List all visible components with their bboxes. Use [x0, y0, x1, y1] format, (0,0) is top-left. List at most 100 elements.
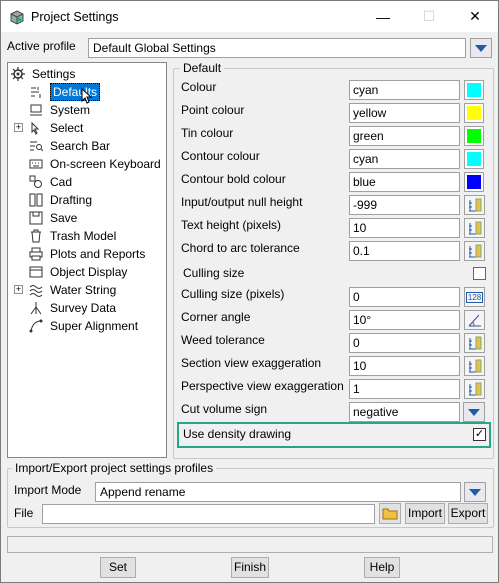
tree-item-plots-reports[interactable]: Plots and Reports: [28, 245, 145, 263]
section-exag-field[interactable]: 10: [349, 356, 460, 376]
point-colour-swatch-button[interactable]: [464, 103, 484, 123]
chord-tolerance-calc-button[interactable]: [464, 241, 485, 261]
perspective-exag-calc-button[interactable]: [464, 379, 485, 399]
weed-tolerance-calc-button[interactable]: [464, 333, 485, 353]
null-height-label: Input/output null height: [181, 195, 303, 209]
checkmark-icon: ✓: [474, 428, 485, 440]
chevron-down-icon: [468, 408, 480, 416]
set-button[interactable]: Set: [100, 557, 136, 578]
contour-bold-colour-swatch-button[interactable]: [464, 172, 484, 192]
point-colour-swatch: [467, 106, 481, 120]
object-display-icon: [28, 265, 44, 279]
tree-item-select[interactable]: Select: [28, 119, 83, 137]
status-bar: [7, 536, 493, 553]
cad-icon: [28, 175, 44, 189]
browse-folder-button[interactable]: [379, 503, 401, 524]
tree-item-search-bar[interactable]: Search Bar: [28, 137, 110, 155]
culling-size-checkbox[interactable]: [473, 267, 486, 280]
contour-colour-swatch-button[interactable]: [464, 149, 484, 169]
null-height-calc-button[interactable]: [464, 195, 485, 215]
save-icon: [28, 211, 44, 225]
colour-swatch-button[interactable]: [464, 80, 484, 100]
culling-size-label: Culling size: [183, 266, 245, 280]
expand-select-button[interactable]: +: [14, 123, 23, 132]
corner-angle-button[interactable]: [464, 310, 485, 330]
corner-angle-field[interactable]: 10°: [349, 310, 460, 330]
tree-item-object-display[interactable]: Object Display: [28, 263, 127, 281]
close-button[interactable]: ✕: [452, 1, 498, 32]
tree-item-keyboard[interactable]: On-screen Keyboard: [28, 155, 161, 173]
tin-colour-label: Tin colour: [181, 126, 234, 140]
active-profile-dropdown-button[interactable]: [470, 38, 492, 58]
tree-item-label: Search Bar: [50, 139, 111, 153]
computer-icon: [28, 103, 44, 117]
contour-bold-colour-field[interactable]: blue: [349, 172, 460, 192]
chevron-down-icon: [475, 44, 487, 52]
minimize-button[interactable]: —: [360, 1, 406, 32]
tree-item-trash-model[interactable]: Trash Model: [28, 227, 116, 245]
import-mode-dropdown-button[interactable]: [464, 482, 486, 502]
file-input[interactable]: [42, 504, 375, 524]
alignment-icon: [28, 319, 44, 333]
tin-colour-field[interactable]: green: [349, 126, 460, 146]
contour-colour-field[interactable]: cyan: [349, 149, 460, 169]
point-colour-field[interactable]: yellow: [349, 103, 460, 123]
cut-volume-sign-combo[interactable]: negative: [349, 402, 460, 422]
help-button[interactable]: Help: [364, 557, 400, 578]
tree-item-settings[interactable]: Settings: [10, 65, 75, 83]
title-bar: Project Settings — ☐ ✕: [1, 1, 498, 32]
chord-tolerance-field[interactable]: 0.1: [349, 241, 460, 261]
drafting-icon: [28, 193, 44, 207]
tree-item-survey-data[interactable]: Survey Data: [28, 299, 116, 317]
corner-angle-label: Corner angle: [181, 310, 251, 324]
app-icon: [10, 9, 24, 25]
tin-colour-swatch: [467, 129, 481, 143]
tree-item-cad[interactable]: Cad: [28, 173, 72, 191]
text-height-field[interactable]: 10: [349, 218, 460, 238]
culling-size-pixels-label: Culling size (pixels): [181, 287, 285, 301]
import-button[interactable]: Import: [405, 503, 445, 524]
tree-item-water-string[interactable]: Water String: [28, 281, 116, 299]
cut-volume-sign-dropdown-button[interactable]: [463, 402, 485, 422]
tree-item-super-alignment[interactable]: Super Alignment: [28, 317, 138, 335]
calculator-icon: [468, 359, 481, 373]
angle-icon: [468, 314, 481, 327]
gear-icon: [10, 67, 26, 81]
expand-water-string-button[interactable]: +: [14, 285, 23, 294]
perspective-exag-field[interactable]: 1: [349, 379, 460, 399]
density-drawing-checkbox[interactable]: ✓: [473, 428, 486, 441]
section-exag-calc-button[interactable]: [464, 356, 485, 376]
tree-item-defaults[interactable]: Defaults: [28, 83, 101, 104]
tree-item-system[interactable]: System: [28, 101, 90, 119]
water-string-icon: [28, 283, 44, 297]
weed-tolerance-field[interactable]: 0: [349, 333, 460, 353]
contour-bold-colour-swatch: [467, 175, 481, 189]
tin-colour-swatch-button[interactable]: [464, 126, 484, 146]
calculator-icon: [468, 382, 481, 396]
settings-tree[interactable]: Settings Defaults System + Select Search…: [7, 62, 167, 458]
culling-size-pixels-field[interactable]: 0: [349, 287, 460, 307]
trash-icon: [28, 229, 44, 243]
export-button[interactable]: Export: [448, 503, 488, 524]
survey-icon: [28, 301, 44, 315]
contour-bold-colour-label: Contour bold colour: [181, 172, 286, 186]
active-profile-combo[interactable]: Default Global Settings: [88, 38, 466, 58]
cut-volume-sign-label: Cut volume sign: [181, 402, 268, 416]
tree-item-save[interactable]: Save: [28, 209, 77, 227]
tree-item-label: Select: [50, 121, 84, 135]
text-height-calc-button[interactable]: [464, 218, 485, 238]
tree-item-label: Plots and Reports: [50, 247, 146, 261]
maximize-button[interactable]: ☐: [406, 1, 452, 32]
culling-size-number-button[interactable]: 128: [464, 287, 485, 307]
import-mode-combo[interactable]: Append rename: [95, 482, 461, 502]
tree-item-label: Cad: [50, 175, 73, 189]
tree-item-drafting[interactable]: Drafting: [28, 191, 92, 209]
null-height-field[interactable]: -999: [349, 195, 460, 215]
calculator-icon: [468, 221, 481, 235]
finish-button[interactable]: Finish: [231, 557, 269, 578]
import-export-group-title: Import/Export project settings profiles: [15, 461, 214, 475]
colour-field[interactable]: cyan: [349, 80, 460, 100]
printer-icon: [28, 247, 44, 261]
file-label: File: [14, 506, 34, 520]
defaults-icon: [28, 85, 44, 99]
